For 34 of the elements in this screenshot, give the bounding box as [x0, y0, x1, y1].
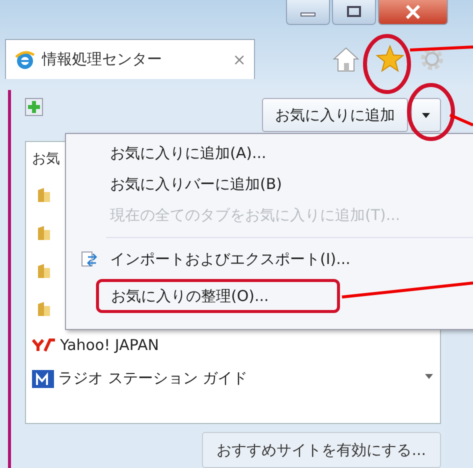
maximize-icon	[345, 5, 363, 19]
site-icon	[32, 370, 54, 388]
annotation-circle	[363, 34, 411, 94]
maximize-button[interactable]	[332, 0, 376, 25]
folder-icon[interactable]	[36, 300, 52, 318]
suggested-sites-button[interactable]: おすすめサイトを有効にする...	[202, 432, 441, 468]
close-icon	[405, 5, 421, 19]
tab-close-button[interactable]: ×	[232, 50, 246, 69]
leader-line	[449, 114, 473, 126]
browser-tab[interactable]: 情報処理センター ×	[5, 39, 255, 79]
site-icon	[32, 338, 56, 352]
favorite-link[interactable]: ラジオ ステーション ガイド	[32, 362, 434, 396]
menu-item[interactable]: お気に入りバーに追加(B)	[66, 169, 473, 200]
folder-icon[interactable]	[36, 186, 52, 204]
browser-logo-icon	[14, 48, 36, 70]
annotation-circle	[407, 83, 455, 141]
folder-icon[interactable]	[36, 224, 52, 242]
minimize-button[interactable]	[286, 0, 330, 25]
favorite-link[interactable]: Yahoo! JAPAN	[32, 328, 434, 362]
import-export-icon	[80, 250, 98, 268]
dropdown-button[interactable]	[411, 98, 441, 132]
add-icon[interactable]	[25, 98, 43, 116]
folder-icon[interactable]	[36, 262, 52, 280]
list-header: お気	[32, 150, 60, 169]
menu-item[interactable]: お気に入りの整理(O)...	[96, 279, 340, 313]
favorites-star-icon[interactable]	[375, 44, 405, 74]
tab-title: 情報処理センター	[42, 50, 163, 69]
add-to-favorites-button[interactable]: お気に入りに追加	[262, 98, 408, 132]
caret-icon	[422, 112, 430, 118]
menu-item[interactable]: インポートおよびエクスポート(I)...	[66, 244, 473, 275]
close-button[interactable]	[378, 0, 448, 25]
home-icon[interactable]	[331, 45, 361, 73]
menu-item[interactable]: お気に入りに追加(A)...	[66, 138, 473, 169]
leader-line	[410, 46, 473, 52]
